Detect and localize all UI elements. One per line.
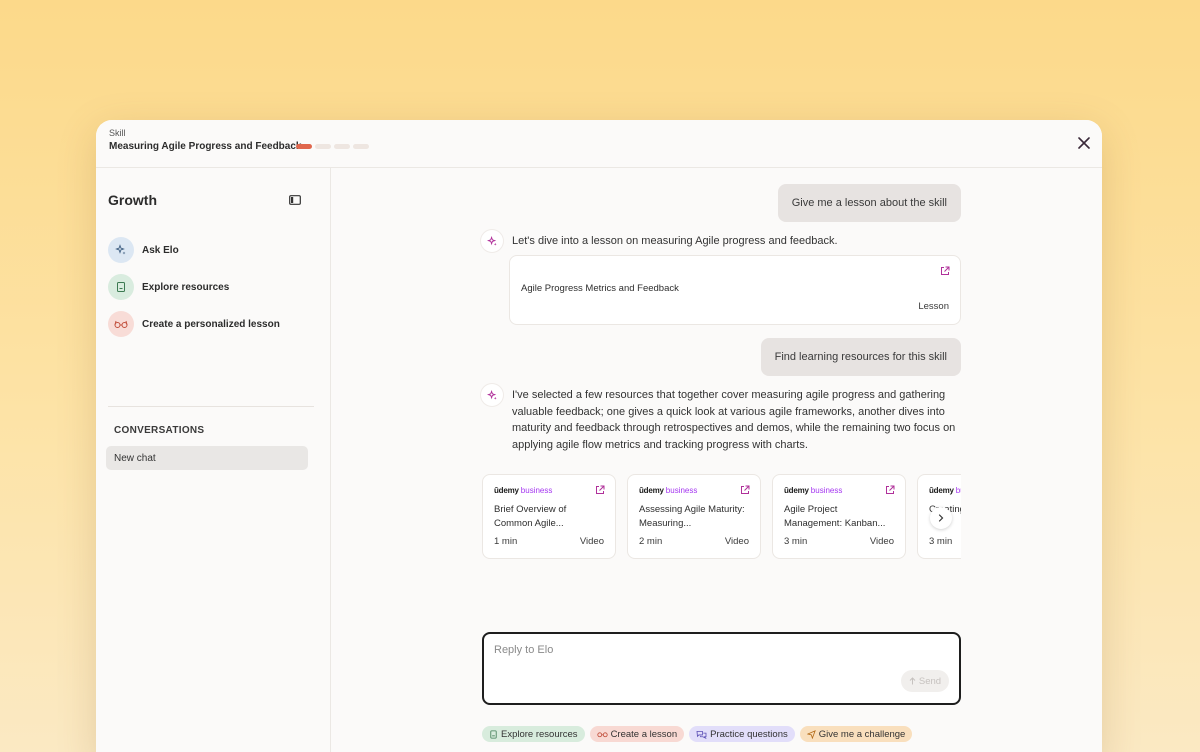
elo-sparkle-icon	[481, 230, 503, 252]
resource-duration: 1 min	[494, 536, 518, 547]
progress-step-2	[315, 144, 331, 149]
resource-duration: 3 min	[784, 536, 808, 547]
sidebar-item-label: Explore resources	[142, 281, 230, 293]
resource-title: Assessing Agile Maturity: Measuring...	[639, 504, 745, 529]
sidebar: Growth Ask Elo Explore resources Create …	[96, 168, 331, 752]
chip-label: Practice questions	[710, 728, 788, 740]
resource-type: Video	[869, 536, 894, 547]
lesson-title: Agile Progress Metrics and Feedback	[521, 283, 679, 294]
chip-label: Explore resources	[501, 728, 578, 740]
skill-progress-indicator	[296, 144, 369, 149]
resource-duration: 3 min	[929, 536, 953, 547]
sidebar-item-ask-elo[interactable]: Ask Elo	[108, 237, 179, 263]
resource-carousel: ūdemy business Brief Overview of Common A…	[482, 474, 961, 560]
chat-panel: Give me a lesson about the skill Let's d…	[331, 168, 1102, 752]
lesson-kind: Lesson	[918, 301, 949, 312]
suggestion-chips: Explore resources Create a lesson Practi…	[482, 726, 913, 742]
progress-step-3	[334, 144, 350, 149]
progress-step-1	[296, 144, 312, 149]
skill-window: Skill Measuring Agile Progress and Feedb…	[96, 120, 1102, 752]
sidebar-item-label: Create a personalized lesson	[142, 318, 280, 330]
resource-meta: 2 min Video	[639, 536, 749, 547]
skill-title: Measuring Agile Progress and Feedback	[109, 141, 302, 152]
chip-explore-resources[interactable]: Explore resources	[482, 726, 585, 742]
sidebar-item-label: Ask Elo	[142, 244, 179, 256]
assistant-message: Let's dive into a lesson on measuring Ag…	[512, 235, 838, 247]
conversation-item-new-chat[interactable]: New chat	[106, 446, 308, 470]
resource-meta: 3 min Video	[784, 536, 894, 547]
window-header: Skill Measuring Agile Progress and Feedb…	[96, 120, 1102, 168]
external-link-icon	[741, 485, 750, 494]
external-link-icon	[886, 485, 895, 494]
collapse-sidebar-button[interactable]	[286, 192, 304, 208]
resource-card[interactable]: ūdemy business Assessing Agile Maturity: …	[627, 474, 761, 559]
assistant-message: I've selected a few resources that toget…	[512, 389, 956, 451]
user-message: Find learning resources for this skill	[760, 338, 961, 376]
user-message: Give me a lesson about the skill	[777, 184, 961, 222]
sparkle-icon	[108, 237, 134, 263]
external-link-icon	[941, 266, 950, 275]
reply-input[interactable]	[494, 644, 934, 656]
progress-step-4	[353, 144, 369, 149]
send-plane-icon	[806, 729, 816, 739]
reply-composer: Send	[482, 632, 961, 705]
sidebar-toggle-icon	[289, 195, 301, 205]
chip-practice-questions[interactable]: Practice questions	[689, 726, 795, 742]
sidebar-title: Growth	[108, 192, 157, 208]
udemy-business-logo: ūdemybusiness	[784, 486, 843, 495]
chevron-right-icon	[938, 514, 944, 522]
book-icon	[108, 274, 134, 300]
udemy-business-logo: ūdemybusiness	[639, 486, 698, 495]
udemy-business-logo: ūdemybusiness	[929, 486, 961, 495]
chip-create-lesson[interactable]: Create a lesson	[589, 726, 685, 742]
resource-type: Video	[579, 536, 604, 547]
lesson-card[interactable]: Agile Progress Metrics and Feedback Less…	[509, 255, 961, 325]
glasses-icon	[108, 311, 134, 337]
resource-title: Brief Overview of Common Agile...	[494, 504, 567, 529]
udemy-business-logo: ūdemybusiness	[494, 486, 553, 495]
resource-title: Agile Project Management: Kanban...	[784, 504, 886, 529]
skill-kicker: Skill	[109, 128, 126, 138]
send-button[interactable]: Send	[901, 670, 949, 692]
elo-sparkle-icon	[481, 384, 503, 406]
close-icon	[1078, 137, 1090, 149]
conversations-heading: CONVERSATIONS	[114, 425, 205, 436]
sidebar-item-explore-resources[interactable]: Explore resources	[108, 274, 229, 300]
resource-type: Video	[724, 536, 749, 547]
resource-card[interactable]: ūdemy business Brief Overview of Common A…	[482, 474, 616, 559]
resource-duration: 2 min	[639, 536, 663, 547]
arrow-up-icon	[909, 677, 916, 685]
glasses-icon	[596, 732, 608, 738]
send-label: Send	[918, 675, 942, 687]
resource-meta: 3 minVideo	[929, 536, 961, 547]
chip-label: Give me a challenge	[818, 728, 906, 740]
resource-card[interactable]: ūdemy business Agile Project Management: …	[772, 474, 906, 559]
chip-give-challenge[interactable]: Give me a challenge	[799, 726, 913, 742]
close-button[interactable]	[1072, 131, 1096, 155]
sidebar-divider	[108, 406, 314, 407]
sidebar-item-create-lesson[interactable]: Create a personalized lesson	[108, 311, 280, 337]
chat-bubbles-icon	[696, 730, 707, 739]
external-link-icon	[596, 485, 605, 494]
resource-meta: 1 min Video	[494, 536, 604, 547]
book-icon	[490, 729, 497, 739]
chip-label: Create a lesson	[610, 728, 678, 740]
carousel-next-button[interactable]	[930, 507, 952, 529]
